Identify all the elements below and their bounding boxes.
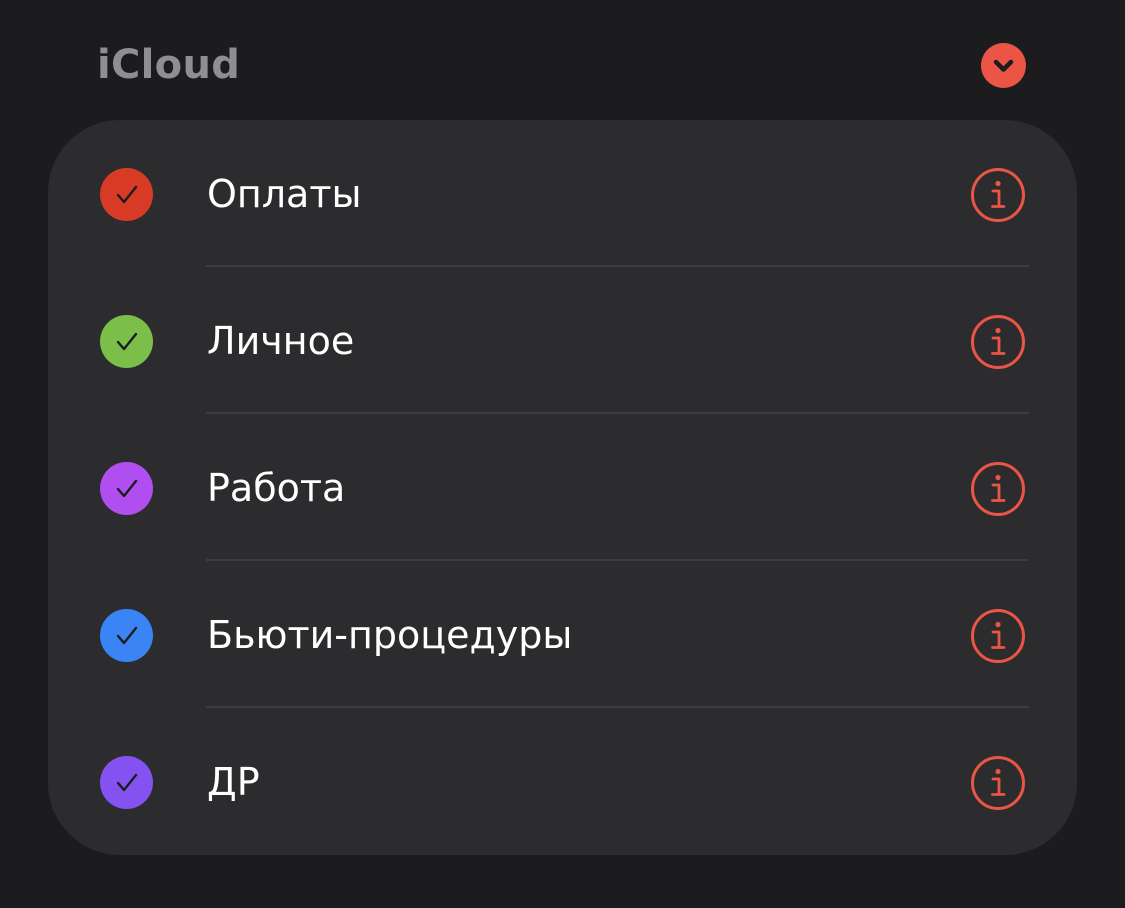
calendar-row-payments[interactable]: Оплаты <box>48 120 1077 267</box>
info-button[interactable] <box>970 608 1026 664</box>
calendar-name: Работа <box>207 466 346 510</box>
info-button[interactable] <box>970 755 1026 811</box>
info-icon <box>971 168 1025 222</box>
calendar-toggle-beauty[interactable] <box>100 609 153 662</box>
calendar-row-birthdays[interactable]: ДР <box>48 708 1077 855</box>
calendar-toggle-birthdays[interactable] <box>100 756 153 809</box>
chevron-down-icon <box>981 43 1026 88</box>
info-icon <box>971 315 1025 369</box>
calendar-toggle-personal[interactable] <box>100 315 153 368</box>
info-button[interactable] <box>970 167 1026 223</box>
collapse-button[interactable] <box>981 43 1026 88</box>
calendar-name: Бьюти-процедуры <box>207 613 573 657</box>
checkmark-icon <box>116 185 137 203</box>
calendar-name: Оплаты <box>207 172 362 216</box>
checkmark-icon <box>116 773 137 791</box>
checkmark-icon <box>116 332 137 350</box>
calendar-toggle-work[interactable] <box>100 462 153 515</box>
info-icon <box>971 462 1025 516</box>
section-title: iCloud <box>97 42 241 88</box>
section-header: iCloud <box>0 0 1125 120</box>
info-icon <box>971 756 1025 810</box>
info-button[interactable] <box>970 461 1026 517</box>
checkmark-icon <box>116 626 137 644</box>
checkmark-icon <box>116 479 137 497</box>
calendar-row-work[interactable]: Работа <box>48 414 1077 561</box>
info-icon <box>971 609 1025 663</box>
calendar-list: Оплаты Личное Работа Бьюти-процедуры ДР <box>48 120 1077 855</box>
calendar-row-beauty[interactable]: Бьюти-процедуры <box>48 561 1077 708</box>
info-button[interactable] <box>970 314 1026 370</box>
calendar-row-personal[interactable]: Личное <box>48 267 1077 414</box>
calendar-toggle-payments[interactable] <box>100 168 153 221</box>
calendar-name: ДР <box>207 760 260 804</box>
calendar-name: Личное <box>207 319 355 363</box>
